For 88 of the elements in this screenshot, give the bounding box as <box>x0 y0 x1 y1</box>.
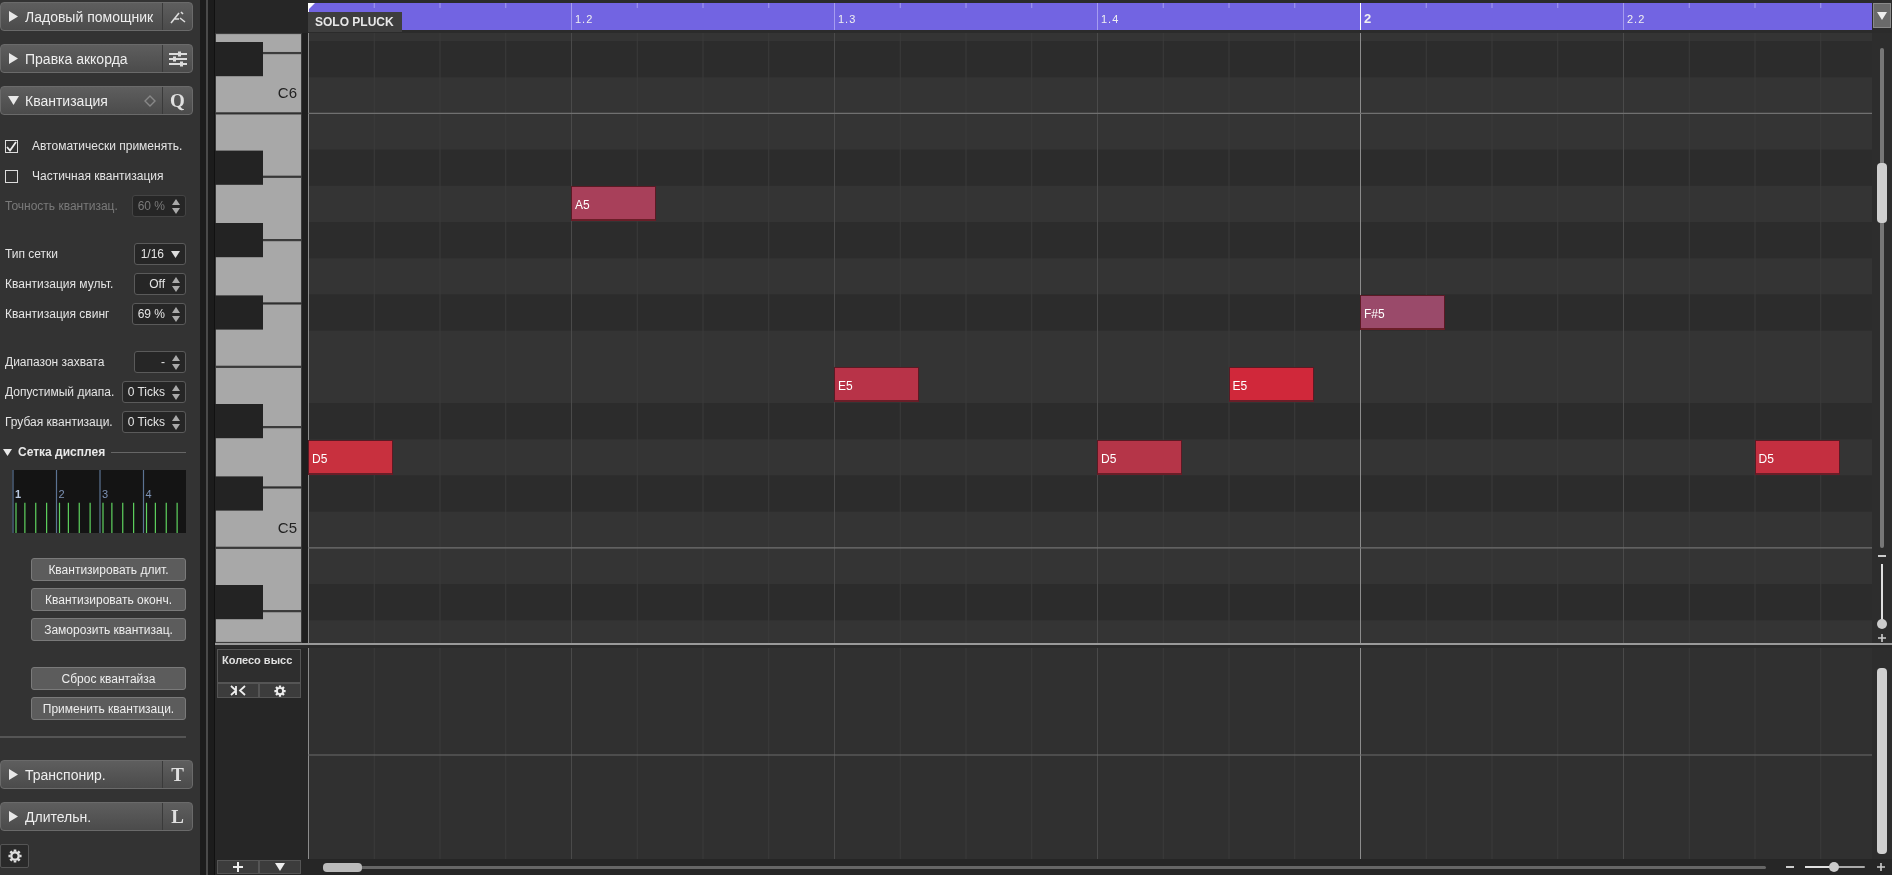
action-button[interactable]: Применить квантизаци. <box>31 697 186 720</box>
zoom-thumb[interactable] <box>1828 862 1839 872</box>
note-block[interactable]: E5 <box>1228 367 1314 403</box>
spin-arrows-icon <box>172 384 180 400</box>
field-label: Квантизация свинг <box>5 307 111 321</box>
sharp-key[interactable] <box>215 150 263 185</box>
caret-icon <box>1877 11 1887 20</box>
note-row[interactable] <box>308 294 1872 331</box>
section-toggle[interactable]: Транспонир. <box>1 761 162 788</box>
note-block[interactable]: A5 <box>571 186 657 222</box>
ruler-mark: 1.3 <box>838 13 857 25</box>
spin-arrows-icon <box>172 276 180 292</box>
ruler-mark: 2 <box>1364 11 1372 26</box>
section-toggle[interactable]: Длительн. <box>1 803 162 830</box>
note-block[interactable]: E5 <box>834 367 920 403</box>
subsection-title: Сетка дисплея <box>18 445 106 459</box>
caret-icon <box>171 250 180 258</box>
beat-number: 4 <box>145 488 152 500</box>
checkbox[interactable] <box>5 169 18 183</box>
section-tool-button[interactable]: Q <box>162 87 192 114</box>
section-toggle[interactable]: Квантизация <box>1 87 144 114</box>
action-button[interactable]: Заморозить квантизац. <box>31 618 186 641</box>
timeline-ruler[interactable]: SOLO PLUCK 1.2 1.3 1.4 2 2.2 <box>308 3 1872 30</box>
spin-arrows-icon <box>172 198 180 214</box>
grid-type-dropdown[interactable]: 1/16 <box>134 243 186 265</box>
key-label: C5 <box>277 518 297 536</box>
action-button[interactable]: Квантизировать длит. <box>31 558 186 581</box>
loop-marker-icon[interactable] <box>308 3 315 10</box>
plus-icon[interactable] <box>1877 633 1887 643</box>
minus-icon[interactable] <box>1786 865 1794 869</box>
plus-icon[interactable] <box>1876 862 1886 872</box>
beat-number: 1 <box>15 488 22 500</box>
collapse-lane-button[interactable] <box>217 683 259 698</box>
spinner-field[interactable]: Off <box>134 273 186 295</box>
ruler-mark: 1.2 <box>575 13 594 25</box>
ruler-mark: 1.4 <box>1101 13 1120 25</box>
settings-icon <box>7 849 22 863</box>
field-label: Тип сетки <box>5 247 60 261</box>
horizontal-scrollbar[interactable] <box>323 865 1766 869</box>
spinner-field[interactable]: 0 Ticks <box>121 381 186 403</box>
checkbox-label: Частичная квантизация <box>32 169 165 183</box>
beat-number: 3 <box>102 488 109 500</box>
checkbox[interactable] <box>5 139 18 153</box>
spinner-field[interactable]: - <box>134 351 186 373</box>
arrows-icon <box>230 685 246 696</box>
settings-icon <box>274 684 286 697</box>
key-label: C6 <box>277 84 297 102</box>
caret-icon <box>275 863 285 871</box>
minus-icon[interactable] <box>1877 554 1887 558</box>
section-toggle[interactable]: Ладовый помощник <box>1 3 162 30</box>
field-label: Допустимый диапа. <box>5 385 116 399</box>
spinner-field[interactable]: 0 Ticks <box>121 411 186 433</box>
spin-arrows-icon <box>172 354 180 370</box>
lane-menu-button[interactable] <box>259 860 301 874</box>
zigzag-icon <box>169 9 186 24</box>
action-button[interactable]: Сброс квантайза <box>31 667 186 690</box>
sharp-key[interactable] <box>215 42 263 77</box>
field-label: Точность квантизац. <box>5 199 119 213</box>
field-label: Квантизация мульт. <box>5 277 115 291</box>
sharp-key[interactable] <box>215 404 263 439</box>
ruler-menu-button[interactable] <box>1873 3 1891 28</box>
lane-settings-button[interactable] <box>259 683 301 698</box>
note-block[interactable]: D5 <box>308 439 394 475</box>
note-block[interactable]: D5 <box>1097 439 1183 475</box>
note-block[interactable]: F#5 <box>1360 294 1446 330</box>
ruler-mark: 2.2 <box>1627 13 1646 25</box>
field-label: Диапазон захвата <box>5 355 106 369</box>
sharp-key[interactable] <box>215 223 263 258</box>
section-toggle[interactable]: Правка аккорда <box>1 45 162 72</box>
spin-arrows-icon <box>172 414 180 430</box>
settings-button[interactable] <box>0 844 29 868</box>
note-block[interactable]: D5 <box>1754 439 1840 475</box>
beat-number: 2 <box>58 488 65 500</box>
section-tool-button[interactable]: L <box>162 803 192 830</box>
spin-arrows-icon <box>172 306 180 322</box>
sharp-key[interactable] <box>215 585 263 620</box>
field-label: Грубая квантизаци. <box>5 415 114 429</box>
clip-name: SOLO PLUCK <box>308 12 402 32</box>
checkbox-label: Автоматически применять. <box>32 139 184 153</box>
spinner-field[interactable]: 69 % <box>131 303 186 325</box>
vertical-scrollbar[interactable] <box>1880 48 1884 548</box>
lane-name: Колесо высс <box>217 649 301 683</box>
section-tool-button[interactable]: T <box>162 761 192 788</box>
zoom-thumb[interactable] <box>1877 619 1887 629</box>
plus-icon <box>233 862 243 872</box>
action-button[interactable]: Квантизировать оконч. <box>31 588 186 611</box>
sliders-icon <box>167 50 188 67</box>
add-lane-button[interactable] <box>217 860 259 874</box>
